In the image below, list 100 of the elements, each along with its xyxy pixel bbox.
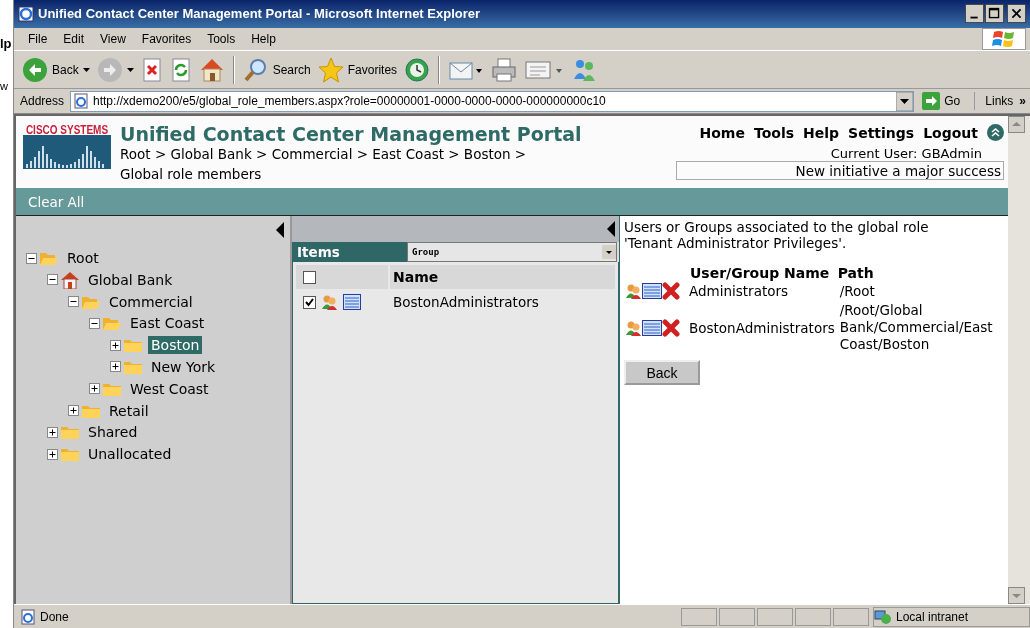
minimize-button[interactable] xyxy=(965,4,984,24)
collapse-arrow-icon[interactable] xyxy=(607,221,615,238)
printer-icon xyxy=(491,56,518,83)
table-cell: BostonAdministrators xyxy=(393,294,539,311)
maximize-button[interactable] xyxy=(985,4,1004,24)
table-cell: /Root/Global Bank/Commercial/East Coast/Boston xyxy=(839,302,993,353)
search-button[interactable]: Search xyxy=(240,54,313,85)
dropdown-icon[interactable] xyxy=(896,91,914,111)
breadcrumb: Root > Global Bank > Commercial > East Coast > Boston > xyxy=(120,145,528,165)
page-name: Global role members xyxy=(120,165,263,185)
expander-icon[interactable] xyxy=(68,296,79,308)
nav-link[interactable]: Help xyxy=(803,124,840,141)
collapse-icon[interactable] xyxy=(987,124,1004,142)
go-button[interactable]: Go xyxy=(918,92,976,111)
expander-icon[interactable] xyxy=(89,383,100,395)
expander-icon[interactable] xyxy=(110,361,121,373)
items-header: Items xyxy=(292,242,407,263)
tree-item[interactable]: East Coast xyxy=(127,314,208,333)
nav-link[interactable]: Home xyxy=(699,124,745,141)
address-label: Address xyxy=(20,94,65,109)
page-icon xyxy=(20,608,36,625)
table-cell: Administrators xyxy=(689,283,789,300)
clock-icon xyxy=(404,56,431,83)
column-header: User/Group Name xyxy=(690,265,830,282)
group-icon xyxy=(625,319,642,336)
description: Users or Groups associated to the global role 'Tenant Administrator Privileges'. xyxy=(624,219,930,252)
search-icon xyxy=(242,56,269,83)
tree-item[interactable]: Retail xyxy=(106,401,152,420)
list-icon[interactable] xyxy=(642,319,662,336)
type-select[interactable]: Group xyxy=(407,242,617,263)
group-icon xyxy=(625,283,642,300)
tree-item[interactable]: New York xyxy=(148,358,219,376)
nav-link[interactable]: Settings xyxy=(848,124,915,141)
status-panel xyxy=(795,607,831,626)
tree-item[interactable]: Root xyxy=(64,249,102,267)
zone-text: Local intranet xyxy=(896,609,969,624)
tree-item[interactable]: Unallocated xyxy=(85,445,175,464)
current-user: Current User: GBAdmin xyxy=(830,146,983,162)
column-header: Path xyxy=(837,265,874,282)
expander-icon[interactable] xyxy=(47,274,58,286)
open-folder-icon xyxy=(39,250,59,266)
news-ticker: New initiative a major success xyxy=(676,161,1004,181)
menu-item[interactable]: Edit xyxy=(55,31,93,46)
caret-icon xyxy=(126,67,134,72)
refresh-icon xyxy=(169,57,192,82)
favorites-button[interactable]: Favorites xyxy=(315,54,400,85)
scroll-up-icon[interactable] xyxy=(1008,116,1025,134)
open-folder-icon xyxy=(102,315,122,332)
collapse-arrow-icon[interactable] xyxy=(276,222,284,239)
caret-icon xyxy=(82,67,90,72)
stop-icon xyxy=(140,57,163,82)
close-button[interactable] xyxy=(1007,4,1026,24)
delete-icon[interactable] xyxy=(662,318,680,337)
links-button[interactable]: Links xyxy=(979,94,1016,109)
background-window-text: w xyxy=(0,80,8,92)
expander-icon[interactable] xyxy=(47,448,58,460)
tree-item[interactable]: Boston xyxy=(148,336,203,355)
back-button[interactable]: Back xyxy=(20,54,92,85)
status-panel xyxy=(681,607,717,626)
page-icon xyxy=(73,93,90,110)
tree-item[interactable]: Global Bank xyxy=(85,270,176,289)
expander-icon[interactable] xyxy=(89,317,100,329)
expander-icon[interactable] xyxy=(47,426,58,438)
column-header: Name xyxy=(393,269,439,286)
star-icon xyxy=(317,56,344,83)
folder-icon xyxy=(60,446,80,463)
nav-link[interactable]: Tools xyxy=(753,124,794,141)
window-title: Unified Contact Center Management Portal - Microsoft Internet Explorer xyxy=(38,6,482,22)
menu-item[interactable]: Tools xyxy=(199,31,244,46)
tree-item[interactable]: Shared xyxy=(85,423,141,442)
scroll-down-icon[interactable] xyxy=(1008,587,1025,605)
folder-icon xyxy=(60,424,80,441)
dropdown-icon xyxy=(602,245,616,260)
chevron-icon[interactable]: » xyxy=(1019,94,1030,109)
nav-link[interactable]: Logout xyxy=(923,124,978,141)
house-icon xyxy=(60,270,80,289)
scrollbar[interactable] xyxy=(1008,116,1030,605)
network-icon xyxy=(874,608,892,625)
tree-item[interactable]: West Coast xyxy=(127,379,212,398)
expander-icon[interactable] xyxy=(26,252,37,264)
tree-item[interactable]: Commercial xyxy=(106,292,196,311)
back-button[interactable]: Back xyxy=(624,360,700,386)
menu-item[interactable]: View xyxy=(92,31,134,46)
delete-icon[interactable] xyxy=(662,282,680,301)
portal-title: Unified Contact Center Management Portal xyxy=(120,124,582,145)
menu-item[interactable]: Help xyxy=(243,31,284,46)
list-icon[interactable] xyxy=(343,294,361,311)
menu-item[interactable]: Favorites xyxy=(133,31,200,46)
folder-icon xyxy=(123,359,143,375)
address-field[interactable]: http://xdemo200/e5/global_role_members.aspx?role=00000001-0000-0000-0000-000000000c10 xyxy=(70,90,915,112)
menu-item[interactable]: File xyxy=(20,31,56,46)
status-text: Done xyxy=(40,609,70,624)
expander-icon[interactable] xyxy=(110,339,121,351)
checkbox[interactable] xyxy=(303,295,316,309)
checkbox[interactable] xyxy=(303,270,316,284)
list-icon[interactable] xyxy=(642,283,662,300)
status-panel xyxy=(757,607,793,626)
group-icon xyxy=(321,294,338,311)
expander-icon[interactable] xyxy=(68,405,79,417)
background-window-text: lp xyxy=(0,36,12,51)
